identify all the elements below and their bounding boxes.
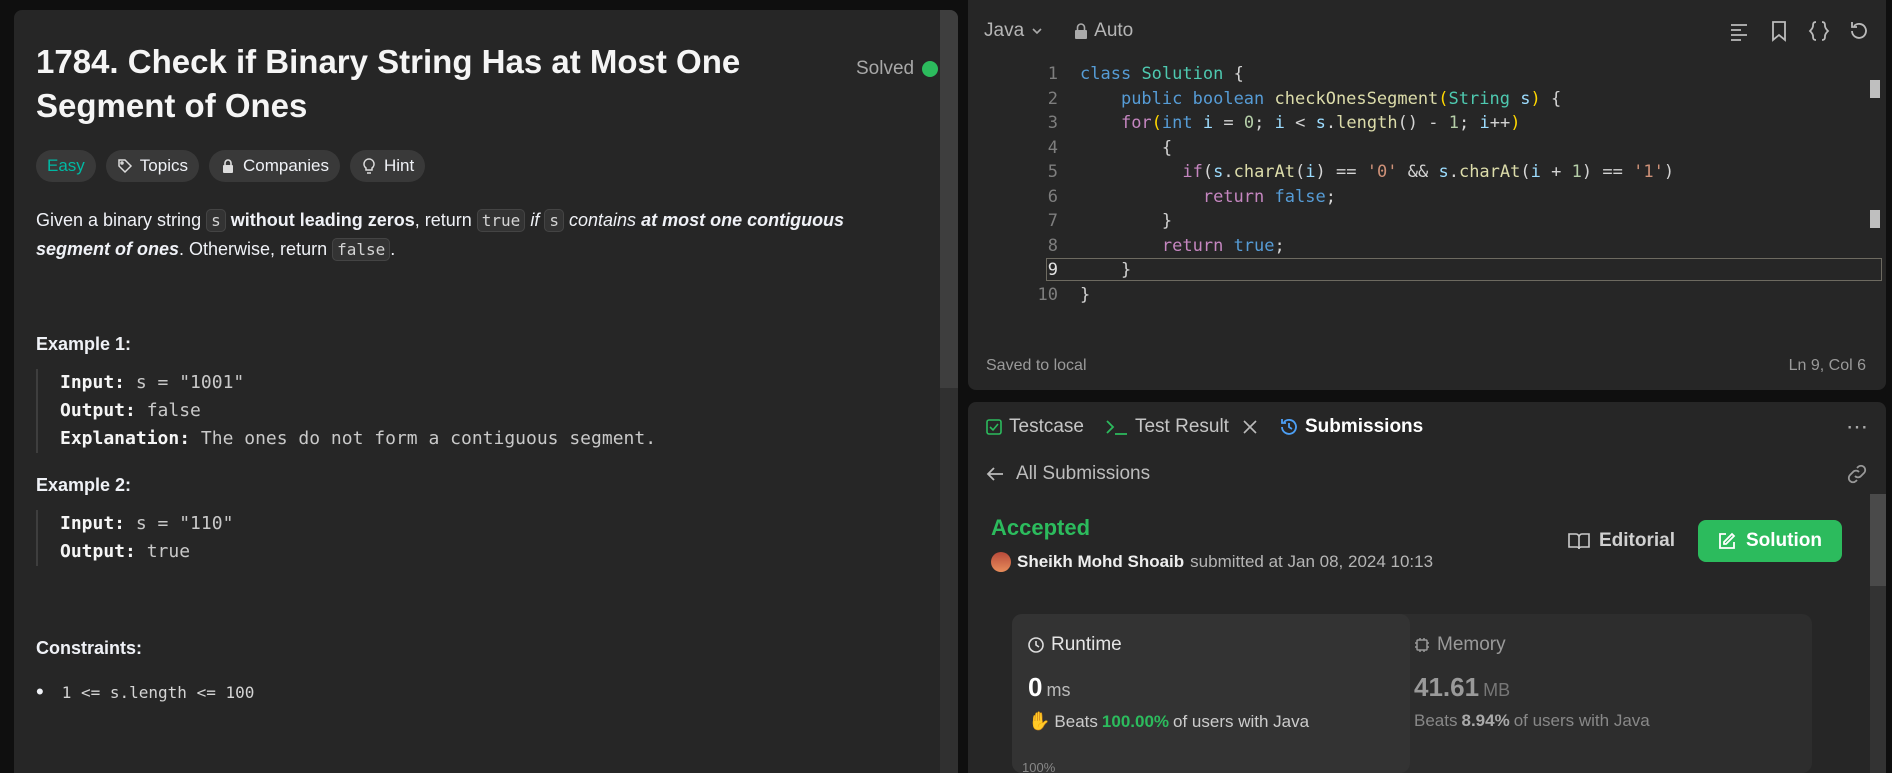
code-editor-panel: Java Auto 1 class Solution { 2 public boo… [968,0,1886,390]
submissions-panel: Testcase Test Result Submissions ⋯ All S… [968,402,1886,773]
close-icon[interactable] [1242,419,1258,435]
editorial-button[interactable]: Editorial [1556,520,1687,562]
chevron-down-icon [1032,28,1042,35]
cursor-position: Ln 9, Col 6 [1788,357,1866,374]
auto-mode[interactable]: Auto [1074,20,1133,42]
edit-icon [1719,532,1736,549]
submission-author: Sheikh Mohd Shoaib submitted at Jan 08, … [991,552,1433,572]
solved-status: Solved [856,58,939,80]
reset-icon[interactable] [1848,20,1870,42]
solved-label: Solved [856,58,915,79]
code-line[interactable]: 10} [968,283,1886,308]
memory-value: 41.61 MB [1414,672,1511,702]
clock-icon [1028,637,1044,653]
lock-icon [1075,23,1088,39]
minimap-marker [1870,210,1880,228]
arrow-left-icon [986,467,1003,481]
problem-panel: 1784. Check if Binary String Has at Most… [14,10,958,773]
code-area[interactable]: 1 class Solution { 2 public boolean check… [968,62,1886,307]
code-line[interactable]: 3 for(int i = 0; i < s.length() - 1; i++… [968,111,1886,136]
constraint-item: • 1 <= s.length <= 100 [36,679,255,704]
solved-check-icon [922,61,939,77]
braces-icon[interactable] [1808,20,1830,42]
code-line[interactable]: 5 if(s.charAt(i) == '0' && s.charAt(i + … [968,160,1886,185]
companies-label: Companies [242,156,329,175]
book-icon [1568,533,1590,550]
difficulty-label: Easy [47,156,85,175]
difficulty-badge: Easy [36,150,96,182]
topics-label: Topics [139,156,188,175]
companies-button[interactable]: Companies [208,150,340,182]
example-2-heading: Example 2: [36,475,132,495]
code-line[interactable]: 4 { [968,136,1886,161]
topics-button[interactable]: Topics [105,150,199,182]
chart-tick-label: 100% [1022,760,1056,773]
checkbox-icon [986,419,1002,435]
result-status: Accepted [991,515,1091,540]
example-2-box: Input: s = "110" Output: true [36,510,916,566]
tab-test-result[interactable]: Test Result [1106,416,1258,438]
code-line[interactable]: 6 return false; [968,185,1886,210]
problem-scrollbar[interactable] [940,10,958,388]
code-line[interactable]: 8 return true; [968,234,1886,259]
chip-icon [1415,638,1429,652]
bookmark-icon[interactable] [1768,20,1790,42]
editor-toolbar: Java Auto [968,0,1886,62]
language-select[interactable]: Java [984,20,1044,42]
lock-icon [222,159,233,173]
code-line[interactable]: 7 } [968,209,1886,234]
auto-mode-label: Auto [1094,20,1134,41]
example-1-box: Input: s = "1001" Output: false Explanat… [36,369,916,453]
submission-time: submitted at Jan 08, 2024 10:13 [1190,552,1434,571]
hint-button[interactable]: Hint [349,150,426,182]
history-icon [1281,419,1297,435]
submission-scrollbar[interactable] [1870,494,1886,586]
minimap-marker [1870,80,1880,98]
all-submissions-link[interactable]: All Submissions [968,452,1886,496]
format-icon[interactable] [1728,20,1750,42]
avatar[interactable] [991,552,1011,572]
terminal-icon [1106,420,1127,435]
memory-label[interactable]: Memory [1414,634,1506,656]
problem-description: Given a binary string s without leading … [36,209,845,261]
problem-title: 1784. Check if Binary String Has at Most… [36,43,741,124]
problem-tags: Easy Topics Companies Hint [36,150,916,182]
link-icon[interactable] [1846,463,1868,485]
tab-submissions[interactable]: Submissions [1280,416,1423,438]
save-status: Saved to local [986,357,1087,374]
example-1-heading: Example 1: [36,334,132,354]
lightbulb-icon [363,158,375,174]
code-line-active[interactable]: 9 } [968,258,1886,283]
solution-button[interactable]: Solution [1698,520,1842,562]
stats-area: Runtime 0 ms ✋ Beats 100.00% of users wit… [1012,614,1812,773]
runtime-beats: ✋ Beats 100.00% of users with Java [1028,711,1310,731]
code-line[interactable]: 2 public boolean checkOnesSegment(String… [968,87,1886,112]
hint-label: Hint [383,156,415,175]
runtime-card[interactable]: Runtime 0 ms ✋ Beats 100.00% of users wit… [1012,614,1410,773]
code-line[interactable]: 1 class Solution { [968,62,1886,87]
tag-icon [118,159,132,174]
active-line-highlight [1046,258,1882,281]
editor-status-bar: Saved to local Ln 9, Col 6 [986,357,1866,375]
runtime-value: 0 ms [1028,672,1071,702]
bottom-tabs: Testcase Test Result Submissions ⋯ [968,402,1886,452]
more-options-icon[interactable]: ⋯ [1846,414,1868,440]
memory-beats: Beats 8.94% of users with Java [1414,711,1650,730]
wave-icon: ✋ [1028,711,1051,731]
author-name[interactable]: Sheikh Mohd Shoaib [1017,552,1184,572]
tab-testcase[interactable]: Testcase [986,416,1084,438]
constraints-heading: Constraints: [36,638,143,658]
runtime-label: Runtime [1028,634,1122,656]
language-label: Java [984,20,1025,41]
